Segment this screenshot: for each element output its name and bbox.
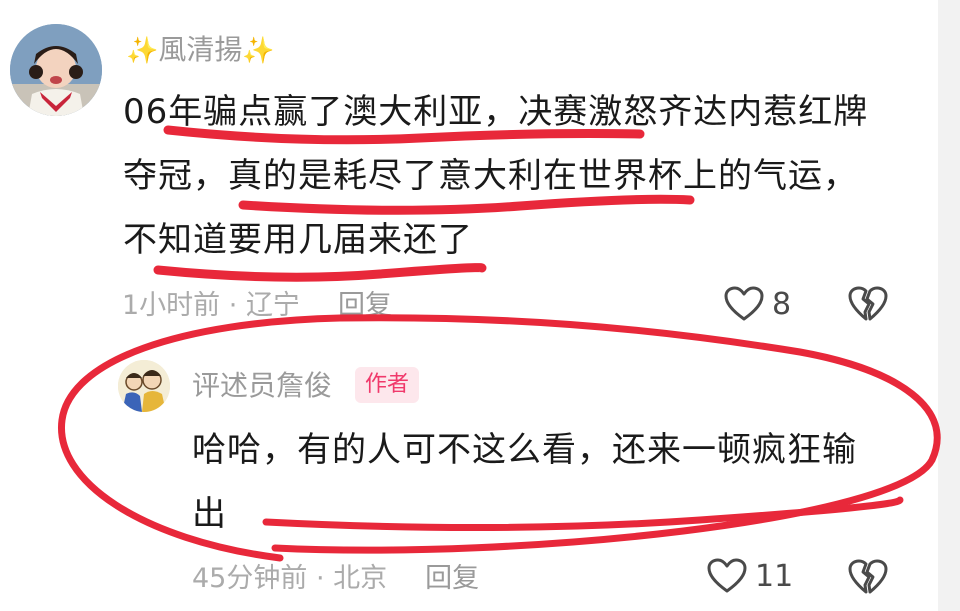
reply-like-count: 11 [755, 558, 794, 594]
heart-outline-icon [707, 558, 747, 593]
author-badge: 作者 [355, 367, 420, 403]
scrollbar-track [938, 0, 960, 611]
reply-location: 北京 [333, 563, 388, 594]
comment-line: 不知道要用几届来还了 [123, 220, 473, 260]
sparkle-emoji-icon: ✨ [242, 36, 275, 66]
reply-dislike-button[interactable] [848, 558, 888, 600]
reply-avatar[interactable] [118, 360, 170, 412]
comment-time: 1小时前 [122, 290, 221, 321]
comment-line: 06年骗点赢了澳大利亚，决赛激怒齐达内惹红牌 [123, 92, 869, 132]
like-button[interactable]: 8 [724, 286, 791, 322]
reply-body: 哈哈，有的人可不这么看，还来一顿疯狂输 出 [192, 418, 892, 546]
reply-username[interactable]: 评述员詹俊 [192, 368, 332, 404]
comment-body: 06年骗点赢了澳大利亚，决赛激怒齐达内惹红牌 夺冠，真的是耗尽了意大利在世界杯上… [123, 80, 913, 272]
reply-line: 出 [192, 494, 227, 534]
like-count: 8 [772, 286, 792, 322]
reply-reply-button[interactable]: 回复 [425, 563, 479, 594]
reply-line: 哈哈，有的人可不这么看，还来一顿疯狂输 [192, 430, 857, 470]
reply-meta: 45分钟前 · 北京 回复 [192, 563, 480, 594]
commenter-name-text: 風清揚 [158, 33, 243, 66]
reply-like-button[interactable]: 11 [707, 558, 793, 594]
comment-line: 夺冠，真的是耗尽了意大利在世界杯上的气运， [123, 156, 858, 196]
broken-heart-icon [848, 286, 888, 321]
sparkle-emoji-icon: ✨ [126, 36, 159, 66]
reply-button[interactable]: 回复 [338, 290, 392, 321]
commenter-username[interactable]: ✨風清揚✨ [126, 32, 275, 69]
comment-location: 辽宁 [245, 290, 300, 321]
dislike-button[interactable] [848, 285, 888, 327]
commenter-avatar[interactable] [10, 24, 102, 116]
broken-heart-icon [848, 559, 888, 594]
comment-meta: 1小时前 · 辽宁 回复 [122, 290, 392, 321]
reply-time: 45分钟前 [192, 563, 308, 594]
heart-outline-icon [724, 286, 764, 321]
